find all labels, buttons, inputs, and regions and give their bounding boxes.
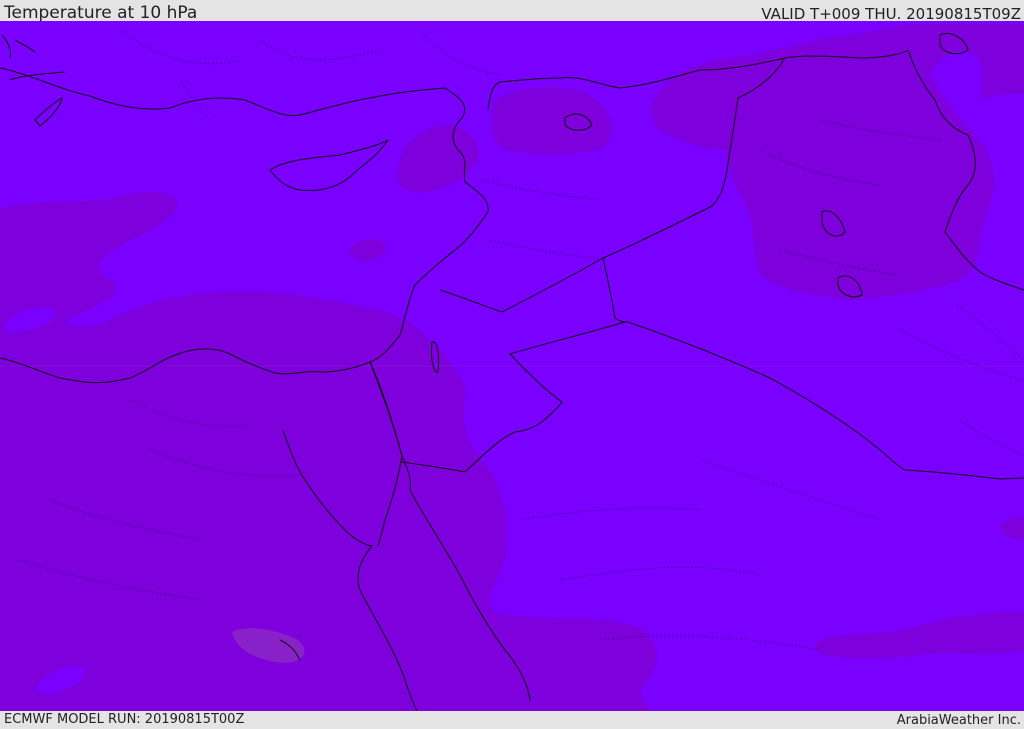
map-svg [0,21,1024,711]
map-canvas [0,21,1024,711]
model-run-label: ECMWF MODEL RUN: 20190815T00Z [4,712,245,727]
credit-label: ArabiaWeather Inc. [896,713,1021,728]
map-title: Temperature at 10 hPa [4,3,198,23]
bottom-bar: ECMWF MODEL RUN: 20190815T00Z ArabiaWeat… [0,711,1024,729]
top-bar: Temperature at 10 hPa VALID T+009 THU. 2… [0,0,1024,23]
